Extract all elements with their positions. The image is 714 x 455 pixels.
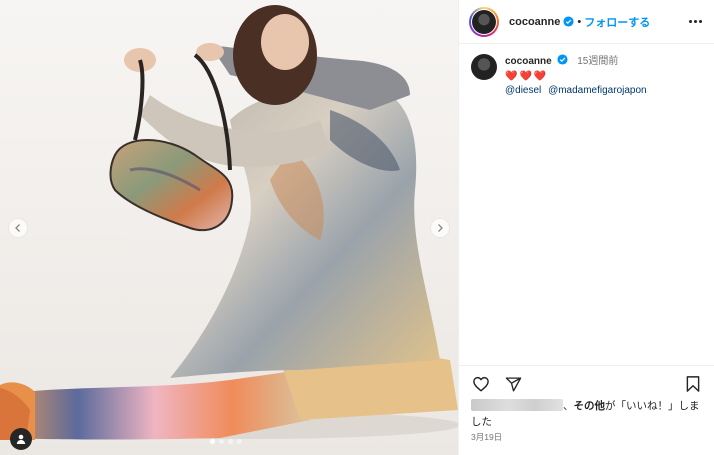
likes-summary: 、その他が「いいね！」しました xyxy=(471,398,707,431)
verified-badge-icon xyxy=(563,16,574,27)
carousel-dot xyxy=(237,439,242,444)
heart-icon xyxy=(473,376,489,392)
chevron-right-icon xyxy=(438,224,443,232)
likes-others-link[interactable]: その他 xyxy=(574,400,606,412)
likes-prefix: 、 xyxy=(563,400,574,412)
carousel-dots xyxy=(210,439,242,444)
bookmark-icon xyxy=(686,376,700,392)
carousel-dot xyxy=(219,439,224,444)
post-username[interactable]: cocoanne xyxy=(509,16,560,28)
action-bar xyxy=(459,365,714,394)
blurred-username xyxy=(471,399,563,411)
caption-username[interactable]: cocoanne xyxy=(505,56,552,67)
like-button[interactable] xyxy=(471,374,491,394)
carousel-dot xyxy=(228,439,233,444)
user-icon xyxy=(16,434,26,444)
more-options-icon[interactable] xyxy=(689,20,702,23)
save-button[interactable] xyxy=(683,374,703,394)
post-header: cocoanne • フォローする xyxy=(459,0,714,44)
post-media[interactable] xyxy=(0,0,458,455)
caption-time[interactable]: 15週間前 xyxy=(577,56,618,67)
post-photo xyxy=(0,0,458,455)
chevron-left-icon xyxy=(15,224,20,232)
avatar xyxy=(472,9,496,34)
share-button[interactable] xyxy=(503,374,523,394)
caption-hearts: ❤️❤️❤️ xyxy=(505,70,549,82)
post-date[interactable]: 3月19日 xyxy=(471,431,502,443)
verified-badge-icon xyxy=(557,54,569,65)
header-separator: • xyxy=(577,15,582,28)
story-ring[interactable] xyxy=(469,6,499,37)
share-icon xyxy=(505,376,521,392)
carousel-prev-button[interactable] xyxy=(8,218,28,238)
avatar[interactable] xyxy=(471,54,497,80)
post-sidebar: cocoanne • フォローする cocoanne 15週間前 ❤️❤️❤️ … xyxy=(458,0,714,455)
carousel-dot xyxy=(210,439,215,444)
follow-button[interactable]: フォローする xyxy=(584,14,650,30)
mention-link[interactable]: @diesel xyxy=(505,85,541,96)
tagged-users-button[interactable] xyxy=(10,428,32,450)
carousel-next-button[interactable] xyxy=(430,218,450,238)
mention-link[interactable]: @madamefigarojapon xyxy=(548,85,647,96)
caption: cocoanne 15週間前 ❤️❤️❤️ @diesel @madamefig… xyxy=(459,44,714,99)
